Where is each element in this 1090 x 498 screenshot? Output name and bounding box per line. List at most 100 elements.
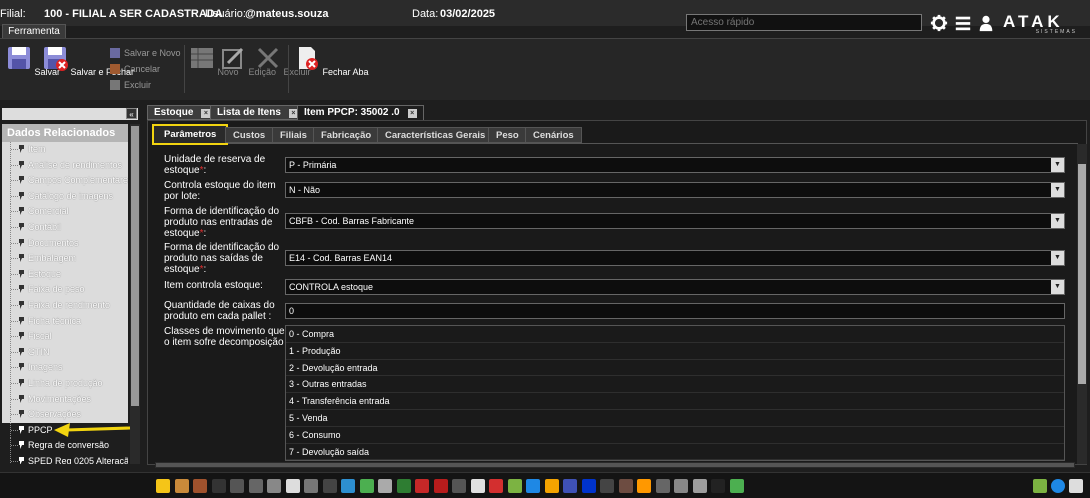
taskbar-app-icon[interactable] — [285, 479, 300, 493]
taskbar-app-icon[interactable] — [230, 479, 244, 493]
sidebar-item[interactable]: Movimentações — [2, 391, 128, 408]
taskbar-app-icon[interactable] — [156, 479, 170, 493]
sidebar-item[interactable]: Linha de produção — [2, 375, 128, 392]
list-item[interactable]: 3 - Outras entradas — [286, 376, 1064, 394]
sidebar-item[interactable]: Faixa de rendimento — [2, 297, 128, 314]
subtab-parametros[interactable]: Parâmetros — [152, 124, 229, 145]
taskbar-app-icon[interactable] — [267, 479, 281, 493]
taskbar-app-icon[interactable] — [563, 479, 577, 493]
taskbar-app-icon[interactable] — [692, 479, 707, 493]
sidebar-item[interactable]: Análise de rendimentos — [2, 157, 128, 174]
subtab-custos[interactable]: Custos — [225, 127, 274, 143]
panel-hscroll-thumb[interactable] — [156, 463, 1074, 467]
taskbar-app-icon[interactable] — [174, 479, 189, 493]
taskbar-app-icon[interactable] — [248, 479, 263, 493]
list-item[interactable]: 4 - Transferência entrada — [286, 393, 1064, 410]
sidebar-item[interactable]: Fiscal — [2, 329, 128, 345]
taskbar-app-icon[interactable] — [359, 479, 374, 493]
sidebar-item[interactable]: Imagens — [2, 360, 128, 376]
taskbar-app-icon[interactable] — [711, 479, 725, 493]
save-new-button[interactable]: Salvar e Novo — [110, 46, 182, 60]
lote-select[interactable]: N - Não ▼ — [285, 182, 1065, 198]
tab-item-ppcp[interactable]: Item PPCP: 35002 .0 × — [297, 105, 424, 121]
delete-small-button[interactable]: Excluir — [110, 78, 182, 92]
cancel-button[interactable]: Cancelar — [110, 62, 182, 76]
sidebar-item[interactable]: Contábil — [2, 219, 128, 236]
taskbar-app-icon[interactable] — [581, 479, 596, 493]
sidebar-item[interactable]: Estoque — [2, 266, 128, 283]
taskbar-app-icon[interactable] — [489, 479, 503, 493]
sidebar-item[interactable]: Ficha técnica — [2, 313, 128, 330]
sidebar-scroll-thumb[interactable] — [131, 126, 139, 406]
taskbar-app-icon[interactable] — [600, 479, 614, 493]
taskbar-app-icon[interactable] — [211, 479, 226, 493]
sidebar-item[interactable]: Campos Complementares — [2, 173, 128, 189]
tab-estoque[interactable]: Estoque × — [147, 105, 218, 120]
sidebar-item[interactable]: Comercial — [2, 204, 128, 220]
classes-listbox[interactable]: 0 - Compra 1 - Produção 2 - Devolução entr… — [285, 325, 1065, 461]
taskbar-app-icon[interactable] — [618, 479, 633, 493]
taskbar-app-icon[interactable] — [396, 479, 411, 493]
taskbar-app-icon[interactable] — [322, 479, 337, 493]
close-icon[interactable]: × — [407, 109, 417, 118]
subtab-filiais[interactable]: Filiais — [272, 127, 315, 143]
taskbar-app-icon[interactable] — [526, 479, 540, 493]
gear-icon[interactable] — [930, 14, 948, 32]
tab-lista-itens[interactable]: Lista de Itens × — [210, 105, 305, 120]
tab-ferramenta[interactable]: Ferramenta — [2, 24, 66, 39]
chevron-down-icon[interactable]: ▼ — [1051, 214, 1064, 228]
sidebar-item[interactable]: Embalagem — [2, 251, 128, 267]
subtab-cenarios[interactable]: Cenários — [525, 127, 582, 143]
chevron-down-icon[interactable]: ▼ — [1051, 251, 1064, 265]
taskbar-app-icon[interactable] — [304, 479, 318, 493]
taskbar-app-icon[interactable] — [378, 479, 392, 493]
subtab-peso[interactable]: Peso — [488, 127, 527, 143]
taskbar-app-icon[interactable] — [655, 479, 670, 493]
sidebar-item[interactable]: Catálogo de imagens — [2, 188, 128, 205]
panel-scroll-thumb[interactable] — [1078, 164, 1086, 384]
sidebar-item[interactable]: Faixa de peso — [2, 282, 128, 298]
chevron-down-icon[interactable]: ▼ — [1051, 183, 1064, 197]
list-item[interactable]: 6 - Consumo — [286, 427, 1064, 444]
list-item[interactable]: 0 - Compra — [286, 326, 1064, 343]
user-icon[interactable] — [977, 14, 995, 32]
panel-vertical-scrollbar[interactable] — [1077, 144, 1087, 464]
list-item[interactable]: 7 - Devolução saída — [286, 444, 1064, 460]
subtab-caracteristicas[interactable]: Características Gerais — [377, 127, 494, 143]
taskbar-app-icon[interactable] — [415, 479, 429, 493]
chevron-down-icon[interactable]: ▼ — [1051, 280, 1064, 294]
sidebar-item[interactable]: Regra de conversão — [2, 438, 128, 454]
close-tab-button[interactable]: Fechar Aba — [294, 45, 369, 77]
list-item[interactable]: 1 - Produção — [286, 343, 1064, 360]
taskbar-app-icon[interactable] — [433, 479, 448, 493]
quick-access-input[interactable] — [686, 14, 922, 31]
taskbar-app-icon[interactable] — [544, 479, 559, 493]
collapse-sidebar-icon[interactable]: « — [126, 108, 137, 119]
saidas-select[interactable]: E14 - Cod. Barras EAN14 ▼ — [285, 250, 1065, 266]
sidebar-item[interactable]: Item — [2, 142, 128, 158]
quantidade-input[interactable]: 0 — [285, 303, 1065, 319]
sidebar-scrollbar[interactable] — [130, 124, 140, 464]
taskbar-app-icon[interactable] — [674, 479, 688, 493]
subtab-fabricacao[interactable]: Fabricação — [313, 127, 380, 143]
taskbar-app-icon[interactable] — [193, 479, 207, 493]
window-icon[interactable] — [1069, 479, 1083, 493]
star-icon[interactable] — [1033, 479, 1047, 493]
taskbar-app-icon[interactable] — [507, 479, 522, 493]
taskbar-app-icon[interactable] — [452, 479, 466, 493]
sidebar-item[interactable]: GTIN — [2, 344, 128, 361]
help-icon[interactable] — [1051, 479, 1065, 493]
entradas-select[interactable]: CBFB - Cod. Barras Fabricante ▼ — [285, 213, 1065, 229]
sidebar-item[interactable]: Documentos — [2, 235, 128, 252]
taskbar-app-icon[interactable] — [637, 479, 651, 493]
taskbar-app-icon[interactable] — [470, 479, 485, 493]
sidebar-item[interactable]: SPED Reg 0205 Alteração — [2, 453, 128, 464]
chevron-down-icon[interactable]: ▼ — [1051, 158, 1064, 172]
controla-select[interactable]: CONTROLA estoque ▼ — [285, 279, 1065, 295]
list-item[interactable]: 2 - Devolução entrada — [286, 360, 1064, 377]
panel-horizontal-scrollbar[interactable] — [155, 462, 1075, 468]
taskbar-app-icon[interactable] — [729, 479, 744, 493]
list-item[interactable]: 5 - Venda — [286, 410, 1064, 427]
taskbar-app-icon[interactable] — [341, 479, 355, 493]
menu-icon[interactable] — [954, 14, 972, 32]
